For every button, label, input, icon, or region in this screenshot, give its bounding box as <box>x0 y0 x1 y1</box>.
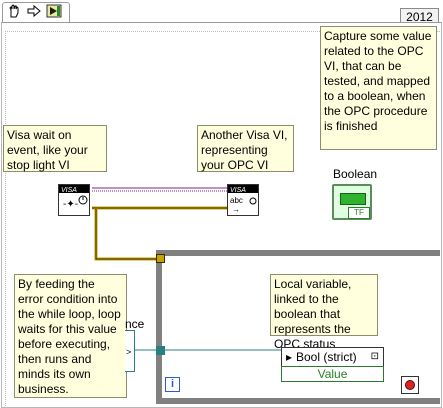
local-var-text: Bool (strict) <box>296 350 357 364</box>
loop-tunnel[interactable] <box>156 346 165 355</box>
local-var-end-icon: ⊡ <box>370 351 379 362</box>
svg-text:-✦-: -✦- <box>63 199 78 210</box>
svg-text:VISA: VISA <box>61 187 77 194</box>
sequence-structure[interactable]: > <box>125 330 135 372</box>
svg-text:→: → <box>232 205 240 214</box>
svg-text:VISA: VISA <box>230 187 246 194</box>
local-variable[interactable]: ▸ Bool (strict) ⊡ <box>281 347 384 367</box>
visa-read-vi[interactable]: VISA abc → <box>227 184 259 216</box>
local-var-arrow-icon: ▸ <box>286 350 293 364</box>
boolean-terminal[interactable]: TF <box>332 184 372 220</box>
iteration-terminal[interactable]: i <box>165 377 180 392</box>
error-tunnel[interactable] <box>156 254 165 263</box>
sequence-label: nce <box>125 317 145 331</box>
boolean-label: Boolean <box>333 167 378 181</box>
svg-text:abc: abc <box>230 196 243 205</box>
visa-wait-vi[interactable]: VISA -✦- <box>58 184 90 216</box>
stop-icon[interactable] <box>401 376 419 394</box>
local-variable-value[interactable]: Value <box>281 366 384 382</box>
boolean-tf: TF <box>348 207 370 219</box>
